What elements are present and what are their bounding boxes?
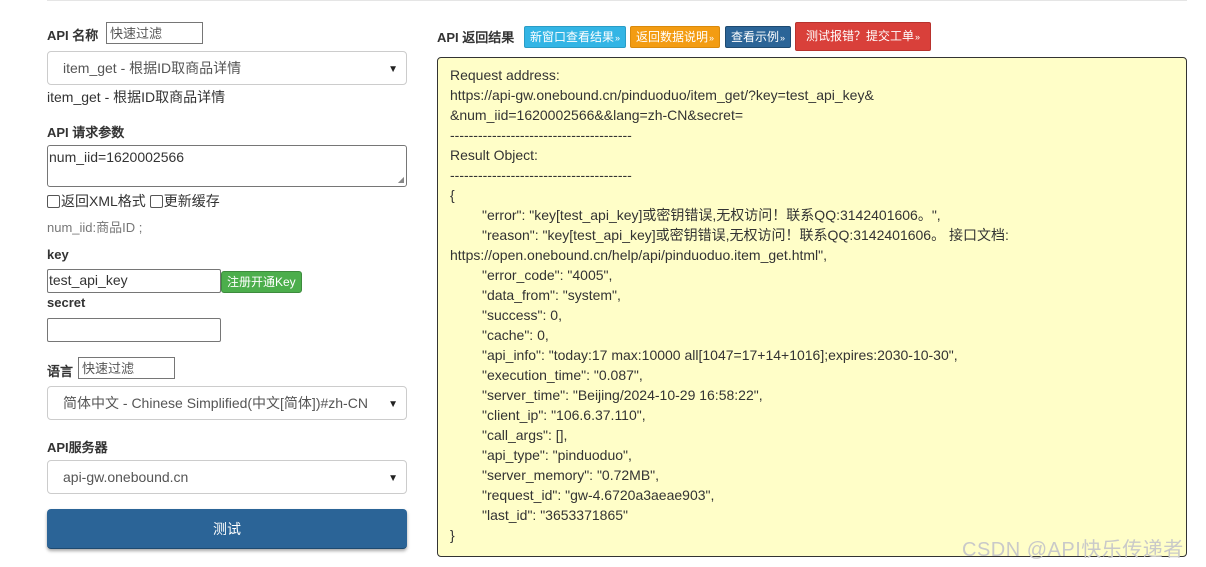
result-line: Result Object: bbox=[450, 147, 538, 163]
result-line: "success": 0, bbox=[482, 307, 562, 323]
result-line: "last_id": "3653371865" bbox=[482, 507, 628, 523]
result-line: --------------------------------------- bbox=[450, 167, 632, 183]
result-line: https://open.onebound.cn/help/api/pinduo… bbox=[450, 247, 828, 263]
result-panel: Request address: https://api-gw.onebound… bbox=[437, 57, 1187, 557]
double-chevron-icon: » bbox=[780, 33, 786, 43]
api-description: item_get - 根据ID取商品详情 bbox=[47, 89, 226, 105]
report-button[interactable]: 测试报错？提交工单» bbox=[795, 22, 932, 51]
server-select-value: api-gw.onebound.cn bbox=[63, 469, 189, 485]
key-value: test_api_key bbox=[49, 272, 128, 288]
watermark: CSDN @API快乐传递者 bbox=[962, 539, 1184, 561]
result-line: "reason": "key[test_api_key]或密钥错误,无权访问！联… bbox=[482, 227, 1009, 243]
secret-input[interactable] bbox=[47, 318, 221, 342]
new-window-button-label: 新窗口查看结果 bbox=[530, 30, 615, 44]
data-desc-button-label: 返回数据说明 bbox=[636, 30, 709, 44]
result-title: API 返回结果 bbox=[437, 30, 515, 45]
result-line: &num_iid=1620002566&&lang=zh-CN&secret= bbox=[450, 107, 744, 123]
xml-checkbox-label[interactable]: 返回XML格式 bbox=[61, 191, 146, 211]
result-line: "request_id": "gw-4.6720a3aeae903", bbox=[482, 487, 715, 503]
key-input[interactable]: test_api_key bbox=[47, 269, 221, 293]
chevron-down-icon: ▼ bbox=[388, 64, 398, 75]
double-chevron-icon: » bbox=[915, 32, 921, 42]
chevron-down-icon: ▼ bbox=[388, 473, 398, 484]
secret-label: secret bbox=[47, 295, 86, 310]
result-line: "cache": 0, bbox=[482, 327, 549, 343]
params-value: num_iid=1620002566 bbox=[49, 149, 185, 165]
double-chevron-icon: » bbox=[615, 33, 621, 43]
resize-grip-icon[interactable]: ◢ bbox=[398, 175, 404, 184]
api-select[interactable]: item_get - 根据ID取商品详情 ▼ bbox=[47, 51, 407, 85]
result-line: "error_code": "4005", bbox=[482, 267, 613, 283]
params-label: API 请求参数 bbox=[47, 125, 125, 140]
api-select-value: item_get - 根据ID取商品详情 bbox=[63, 60, 242, 76]
server-label: API服务器 bbox=[47, 440, 108, 455]
options-row: 返回XML格式 更新缓存 bbox=[47, 191, 220, 211]
example-button[interactable]: 查看示例» bbox=[725, 26, 792, 48]
server-select[interactable]: api-gw.onebound.cn ▼ bbox=[47, 460, 407, 494]
cache-checkbox-label[interactable]: 更新缓存 bbox=[164, 191, 220, 211]
cache-checkbox[interactable] bbox=[149, 194, 163, 208]
result-line: "data_from": "system", bbox=[482, 287, 621, 303]
lang-filter-input[interactable] bbox=[78, 357, 175, 379]
lang-label: 语言 bbox=[47, 364, 74, 379]
params-textarea[interactable]: num_iid=1620002566 ◢ bbox=[47, 145, 407, 187]
top-divider bbox=[47, 0, 1187, 1]
result-line: https://api-gw.onebound.cn/pinduoduo/ite… bbox=[450, 87, 874, 103]
result-line: "call_args": [], bbox=[482, 427, 568, 443]
xml-checkbox[interactable] bbox=[47, 194, 60, 208]
result-line: "api_info": "today:17 max:10000 all[1047… bbox=[482, 347, 958, 363]
key-label: key bbox=[47, 247, 69, 262]
result-line: "client_ip": "106.6.37.110", bbox=[482, 407, 646, 423]
result-line: --------------------------------------- bbox=[450, 127, 632, 143]
param-hint: num_iid:商品ID ; bbox=[47, 220, 143, 235]
data-desc-button[interactable]: 返回数据说明» bbox=[630, 26, 721, 48]
test-button[interactable]: 测试 bbox=[47, 509, 407, 549]
report-button-label: 测试报错？提交工单 bbox=[806, 29, 915, 43]
result-line: { bbox=[450, 187, 455, 203]
result-line: "server_time": "Beijing/2024-10-29 16:58… bbox=[482, 387, 763, 403]
lang-select[interactable]: 简体中文 - Chinese Simplified(中文[简体])#zh-CN … bbox=[47, 386, 407, 420]
result-line: "execution_time": "0.087", bbox=[482, 367, 643, 383]
api-name-label: API 名称 bbox=[47, 28, 99, 43]
result-line: "error": "key[test_api_key]或密钥错误,无权访问！联系… bbox=[482, 207, 941, 223]
api-filter-input[interactable] bbox=[106, 22, 203, 44]
double-chevron-icon: » bbox=[709, 33, 715, 43]
result-line: Request address: bbox=[450, 67, 560, 83]
register-key-button[interactable]: 注册开通Key bbox=[221, 271, 302, 293]
example-button-label: 查看示例 bbox=[731, 30, 780, 44]
result-line: "api_type": "pinduoduo", bbox=[482, 447, 632, 463]
new-window-button[interactable]: 新窗口查看结果» bbox=[524, 26, 627, 48]
lang-select-value: 简体中文 - Chinese Simplified(中文[简体])#zh-CN bbox=[63, 395, 368, 411]
chevron-down-icon: ▼ bbox=[388, 399, 398, 410]
result-line: "server_memory": "0.72MB", bbox=[482, 467, 660, 483]
